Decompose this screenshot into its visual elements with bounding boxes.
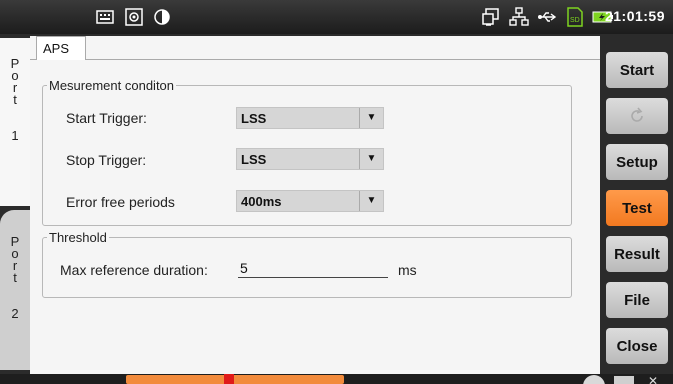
svg-text:SD: SD (570, 17, 580, 24)
dropdown-arrow-icon[interactable]: ▼ (359, 149, 383, 169)
error-free-periods-label: Error free periods (66, 194, 175, 210)
usb-icon (536, 7, 558, 27)
status-bar: SD 21:01:59 (0, 0, 673, 34)
test-button[interactable]: Test (606, 190, 668, 226)
port-number: 1 (11, 128, 19, 143)
start-trigger-label: Start Trigger: (66, 110, 147, 126)
network-icon (508, 7, 530, 27)
contrast-icon[interactable] (152, 7, 172, 27)
close-icon[interactable]: ✕ (648, 374, 673, 384)
close-button[interactable]: Close (606, 328, 668, 364)
port-1-tab[interactable]: P o r t 1 (0, 38, 30, 206)
dropdown-arrow-icon[interactable]: ▼ (359, 191, 383, 211)
main-panel: APS Mesurement conditon Start Trigger: L… (30, 36, 600, 374)
progress-marker (224, 374, 234, 384)
tab-aps[interactable]: APS (36, 36, 86, 60)
tab-divider (86, 59, 600, 60)
max-reference-duration-input[interactable]: 5 (238, 260, 388, 278)
screenshot-icon[interactable] (123, 7, 145, 27)
port-letter: t (13, 270, 17, 285)
max-reference-duration-unit: ms (398, 262, 417, 278)
setup-button[interactable]: Setup (606, 144, 668, 180)
sd-card-icon: SD (566, 7, 584, 27)
tab-divider (30, 59, 36, 60)
window-icon[interactable] (614, 376, 634, 384)
measurement-condition-legend: Mesurement conditon (49, 78, 175, 93)
stop-trigger-value: LSS (241, 152, 267, 167)
keyboard-icon[interactable] (95, 7, 115, 27)
dropdown-arrow-icon[interactable]: ▼ (359, 108, 383, 128)
refresh-button[interactable] (606, 98, 668, 134)
error-free-periods-value: 400ms (241, 194, 282, 209)
threshold-legend: Threshold (49, 230, 107, 245)
result-button[interactable]: Result (606, 236, 668, 272)
port-2-tab[interactable]: P o r t 2 (0, 210, 30, 370)
start-trigger-value: LSS (241, 111, 267, 126)
max-reference-duration-label: Max reference duration: (60, 262, 208, 278)
refresh-icon (631, 107, 643, 122)
start-button[interactable]: Start (606, 52, 668, 88)
port-number: 2 (11, 306, 19, 321)
start-trigger-select[interactable]: LSS ▼ (236, 107, 384, 129)
file-button[interactable]: File (606, 282, 668, 318)
remote-icon (480, 7, 502, 27)
error-free-periods-select[interactable]: 400ms ▼ (236, 190, 384, 212)
port-letter: t (13, 92, 17, 107)
progress-bar (126, 375, 344, 384)
stop-trigger-select[interactable]: LSS ▼ (236, 148, 384, 170)
stop-trigger-label: Stop Trigger: (66, 152, 147, 168)
clock: 21:01:59 (604, 8, 665, 24)
